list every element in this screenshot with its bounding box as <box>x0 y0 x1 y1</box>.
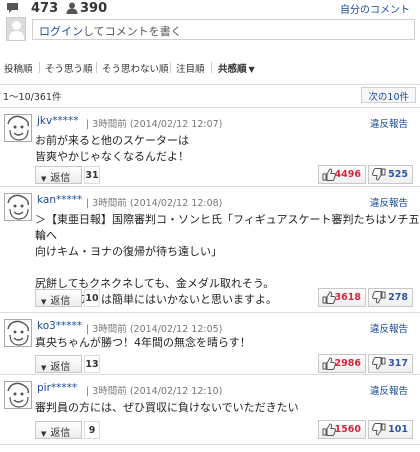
person-icon <box>66 2 78 17</box>
comment-item: jkv***** | 3時間前 (2014/02/12 12:07) 違反報告お前が… <box>0 107 420 187</box>
my-comments-link[interactable]: 自分のコメント <box>340 1 410 16</box>
reply-label: 返信 <box>50 173 71 184</box>
agree-count: 1560 <box>334 424 361 435</box>
comment-count: 473 <box>31 1 59 16</box>
speech-bubble-icon <box>6 2 19 17</box>
reply-count: 13 <box>84 355 100 373</box>
tab-disagree-order[interactable]: そう思わない順 <box>102 61 169 75</box>
comment-body: 真央ちゃんが勝つ！4年間の無念を晴らす！ <box>35 336 251 349</box>
comment-date: (2014/02/12 12:08) <box>129 198 223 209</box>
tab-divider <box>211 62 212 73</box>
comment-header: 473 390 自分のコメント <box>0 0 420 18</box>
comment-date: (2014/02/12 12:07) <box>129 119 223 130</box>
reply-button[interactable]: ▼ 返信 <box>35 355 82 373</box>
reply-count: 10 <box>84 289 100 307</box>
divider <box>0 444 420 445</box>
caret-down-icon: ▼ <box>41 364 47 372</box>
caret-down-icon: ▼ <box>248 65 255 74</box>
reply-button[interactable]: ▼ 返信 <box>35 166 82 184</box>
comment-time: 3時間前 <box>92 198 127 209</box>
disagree-button[interactable]: 317 <box>368 354 413 373</box>
tab-divider <box>170 62 171 73</box>
reply-button[interactable]: ▼ 返信 <box>35 421 82 439</box>
comment-input[interactable]: ログインしてコメントを書く <box>32 19 415 40</box>
agree-count: 4496 <box>334 169 361 180</box>
user-count: 390 <box>80 1 108 16</box>
tab-post-order[interactable]: 投稿順 <box>4 61 33 75</box>
disagree-count: 317 <box>388 358 408 369</box>
comment-date: (2014/02/12 12:05) <box>129 324 223 335</box>
avatar-icon[interactable] <box>4 114 32 142</box>
disagree-button[interactable]: 278 <box>368 288 413 307</box>
comment-date: (2014/02/12 12:10) <box>129 386 223 397</box>
tab-empathy-label: 共感順 <box>218 64 247 75</box>
tab-empathy-order[interactable]: 共感順 ▼ <box>218 61 255 75</box>
comment-meta: | 3時間前 (2014/02/12 12:10) <box>86 386 223 397</box>
comment-item: pir***** | 3時間前 (2014/02/12 12:10) 違反報告審判員… <box>0 374 420 442</box>
agree-button[interactable]: 1560 <box>318 420 366 439</box>
agree-button[interactable]: 2986 <box>318 354 366 373</box>
comment-username[interactable]: kan***** <box>37 194 82 206</box>
comment-username[interactable]: pir***** <box>37 382 77 394</box>
comment-meta: | 3時間前 (2014/02/12 12:05) <box>86 324 223 335</box>
tab-attention-order[interactable]: 注目順 <box>176 61 205 75</box>
avatar-icon[interactable] <box>4 381 32 409</box>
agree-button[interactable]: 3618 <box>318 288 366 307</box>
reply-label: 返信 <box>50 296 71 307</box>
result-range: 1〜10/361件 <box>3 92 62 103</box>
comment-time: 3時間前 <box>92 324 127 335</box>
tab-divider <box>96 62 97 73</box>
avatar-icon[interactable] <box>4 193 32 221</box>
comment-username[interactable]: jkv***** <box>37 115 78 127</box>
divider <box>0 84 420 85</box>
comment-body: 審判員の方には、ぜひ買収に負けないでいただきたい <box>35 401 299 414</box>
disagree-count: 278 <box>388 292 408 303</box>
reply-count: 31 <box>84 166 100 184</box>
disagree-button[interactable]: 101 <box>368 420 413 439</box>
report-link[interactable]: 違反報告 <box>370 116 408 130</box>
comment-body: お前が来ると他のスケーターは 皆爽やかじゃなくなるんだよ！ <box>35 134 189 163</box>
caret-down-icon: ▼ <box>41 298 47 306</box>
tab-agree-order[interactable]: そう思う順 <box>45 61 93 75</box>
disagree-count: 101 <box>388 424 408 435</box>
login-prompt-text: してコメントを書く <box>83 25 182 38</box>
comment-username[interactable]: ko3***** <box>37 320 82 332</box>
reply-label: 返信 <box>50 362 71 373</box>
agree-button[interactable]: 4496 <box>318 165 366 184</box>
reply-label: 返信 <box>50 428 71 439</box>
report-link[interactable]: 違反報告 <box>370 321 408 335</box>
comment-item: kan***** | 3時間前 (2014/02/12 12:08) 違反報告 ＞【東… <box>0 186 420 310</box>
login-link[interactable]: ログイン <box>39 25 83 38</box>
comment-time: 3時間前 <box>92 386 127 397</box>
caret-down-icon: ▼ <box>41 175 47 183</box>
avatar-icon[interactable] <box>4 319 32 347</box>
comment-item: ko3***** | 3時間前 (2014/02/12 12:05) 違反報告真央ち… <box>0 312 420 376</box>
comment-meta: | 3時間前 (2014/02/12 12:08) <box>86 198 223 209</box>
comment-meta: | 3時間前 (2014/02/12 12:07) <box>86 119 223 130</box>
tab-divider <box>39 62 40 73</box>
login-avatar <box>6 17 26 41</box>
caret-down-icon: ▼ <box>41 430 47 438</box>
agree-count: 3618 <box>334 292 361 303</box>
reply-button[interactable]: ▼ 返信 <box>35 289 82 307</box>
report-link[interactable]: 違反報告 <box>370 195 408 209</box>
reply-count: 9 <box>84 421 100 439</box>
next-page-button[interactable]: 次の10件 <box>361 87 416 103</box>
disagree-count: 525 <box>388 169 408 180</box>
report-link[interactable]: 違反報告 <box>370 383 408 397</box>
agree-count: 2986 <box>334 358 361 369</box>
comment-time: 3時間前 <box>92 119 127 130</box>
disagree-button[interactable]: 525 <box>368 165 413 184</box>
